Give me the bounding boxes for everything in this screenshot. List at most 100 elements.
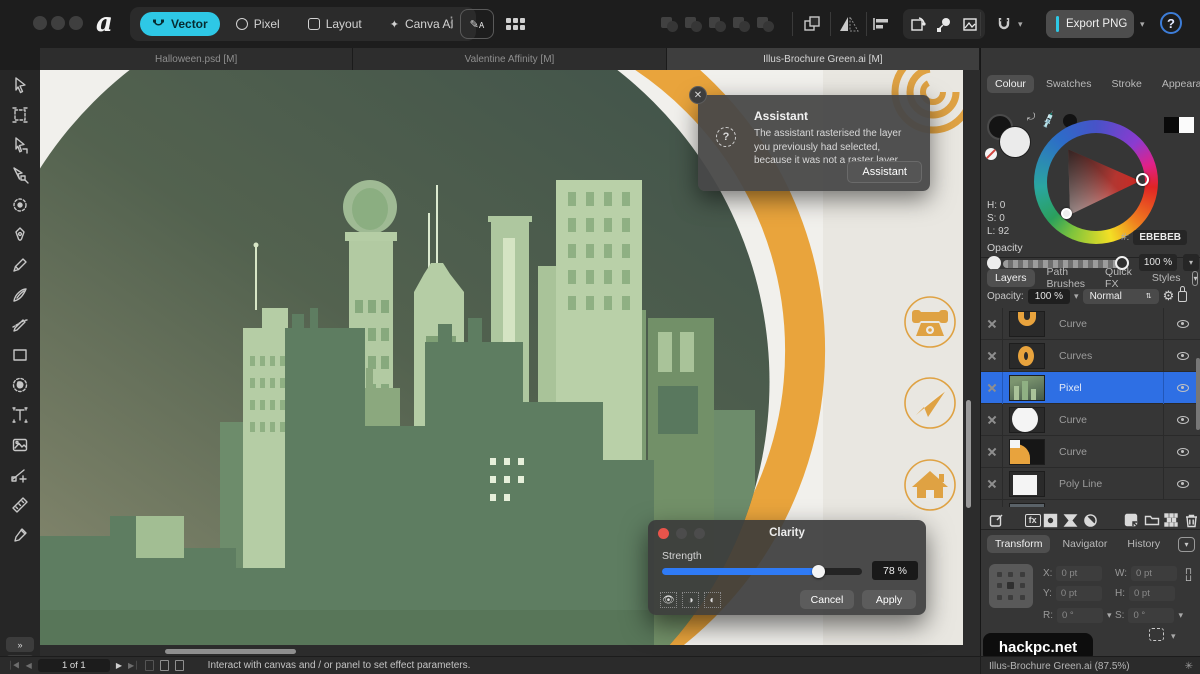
arrange-order-button[interactable]: [802, 14, 822, 34]
tab-navigator[interactable]: Navigator: [1054, 535, 1115, 553]
next-page-icon[interactable]: ▶: [116, 661, 122, 670]
fill-colour-swatch[interactable]: [999, 126, 1031, 158]
duplicate-page-icon[interactable]: [160, 660, 169, 671]
boolean-combine-button[interactable]: [755, 14, 775, 34]
studio-presets-button[interactable]: [500, 9, 530, 39]
window-zoom-button[interactable]: [69, 16, 83, 30]
tab-history[interactable]: History: [1119, 535, 1168, 553]
layer-settings-gear-icon[interactable]: ⚙: [1163, 288, 1175, 304]
paint-brush-tool[interactable]: [0, 310, 40, 340]
export-dropdown-chevron[interactable]: ▾: [1140, 19, 1145, 30]
horizontal-scrollbar[interactable]: [165, 649, 296, 654]
export-png-button[interactable]: Export PNG: [1046, 10, 1134, 38]
help-button[interactable]: ?: [1160, 12, 1182, 34]
link-dimensions-icon[interactable]: ⊓⊔: [1185, 568, 1192, 582]
rectangle-tool[interactable]: [0, 340, 40, 370]
transform-mode-icon[interactable]: [1149, 628, 1164, 641]
fx-icon[interactable]: fx: [1025, 514, 1041, 527]
vertical-scrollbar[interactable]: [966, 400, 971, 508]
cancel-button[interactable]: Cancel: [800, 590, 854, 609]
visibility-cell[interactable]: [1163, 340, 1200, 372]
edit-points-icon[interactable]: [935, 15, 953, 33]
adjustment-layer-icon[interactable]: [1060, 513, 1080, 528]
y-field[interactable]: 0 pt: [1056, 586, 1102, 601]
tab-appearance[interactable]: Appearance: [1154, 75, 1200, 93]
node-tool[interactable]: [0, 130, 40, 160]
pen-tool[interactable]: [0, 220, 40, 250]
transform-mode-chevron[interactable]: ▾: [1171, 631, 1176, 642]
canvas-viewport[interactable]: ✕ ? Assistant The assistant rasterised t…: [40, 70, 980, 656]
tab-stroke[interactable]: Stroke: [1103, 75, 1149, 93]
place-image-tool[interactable]: [0, 430, 40, 460]
anchor-point-selector[interactable]: [989, 564, 1033, 608]
persona-vector[interactable]: Vector: [140, 12, 220, 36]
layer-row-partial[interactable]: [981, 500, 1200, 507]
x-field[interactable]: 0 pt: [1056, 566, 1102, 581]
black-white-swatches[interactable]: [1164, 117, 1194, 133]
swap-fill-stroke-icon[interactable]: ⤾: [1027, 112, 1035, 123]
boolean-divide-button[interactable]: [731, 14, 751, 34]
s-field[interactable]: 0 °: [1128, 608, 1174, 623]
hue-selector[interactable]: [1136, 173, 1149, 186]
visibility-cell[interactable]: [1163, 436, 1200, 468]
artboard-tool[interactable]: [0, 100, 40, 130]
layer-row[interactable]: Curves: [981, 340, 1200, 372]
no-colour-swatch[interactable]: [985, 148, 997, 160]
colour-fill-stroke-well[interactable]: ⤾: [987, 114, 1043, 166]
boolean-intersect-button[interactable]: [707, 14, 727, 34]
strength-value-field[interactable]: 78 %: [872, 561, 918, 580]
s-chevron[interactable]: ▾: [1178, 610, 1183, 621]
tab-colour[interactable]: Colour: [987, 75, 1034, 93]
colour-picker-tool[interactable]: [0, 520, 40, 550]
page-list-icon[interactable]: [175, 660, 184, 671]
expand-tools-button[interactable]: »: [6, 637, 34, 652]
last-page-icon[interactable]: ▶⏐: [128, 661, 139, 671]
add-layer-icon[interactable]: [1122, 513, 1142, 528]
add-node-tool[interactable]: [0, 460, 40, 490]
snapping-dropdown-chevron[interactable]: ▾: [1018, 19, 1023, 30]
flip-mirror-button[interactable]: [839, 14, 859, 34]
mirror-preview-icon[interactable]: ◐: [704, 592, 721, 608]
blend-mode-select[interactable]: Normal⇅: [1083, 289, 1159, 304]
transform-objects-icon[interactable]: [909, 15, 927, 33]
split-preview-icon[interactable]: ◑: [682, 592, 699, 608]
window-close-button[interactable]: [33, 16, 47, 30]
persona-layout[interactable]: Layout: [296, 12, 374, 36]
lock-icon[interactable]: [1178, 291, 1187, 302]
visibility-cell[interactable]: [1163, 372, 1200, 404]
doc-tab-valentine[interactable]: Valentine Affinity [M]: [353, 48, 666, 70]
layer-opacity-field[interactable]: 100 %: [1028, 289, 1070, 304]
boolean-subtract-button[interactable]: [683, 14, 703, 34]
group-layers-icon[interactable]: [1142, 513, 1162, 527]
page-thumb-icon[interactable]: [145, 660, 154, 671]
text-recognition-button[interactable]: ✎ᴀ: [460, 9, 494, 39]
close-icon[interactable]: ✕: [689, 86, 707, 104]
frame-text-tool[interactable]: [0, 400, 40, 430]
layer-row[interactable]: Poly Line: [981, 468, 1200, 500]
tab-transform[interactable]: Transform: [987, 535, 1050, 553]
preview-eye-icon[interactable]: 👁: [660, 592, 677, 608]
persona-overflow-menu[interactable]: ⋮: [444, 13, 459, 31]
layer-row[interactable]: Curve: [981, 436, 1200, 468]
r-chevron[interactable]: ▾: [1107, 610, 1112, 621]
w-field[interactable]: 0 pt: [1131, 566, 1177, 581]
boolean-add-button[interactable]: [659, 14, 679, 34]
layers-scrollbar[interactable]: [1196, 358, 1200, 430]
layer-row[interactable]: Curve: [981, 308, 1200, 340]
measure-tool[interactable]: [0, 490, 40, 520]
assistant-button[interactable]: Assistant: [847, 161, 922, 183]
delete-layer-icon[interactable]: [1181, 513, 1200, 528]
layer-row[interactable]: Curve: [981, 404, 1200, 436]
crop-canvas-icon[interactable]: [961, 15, 979, 33]
panel-menu-chevron[interactable]: ▾: [1178, 537, 1195, 552]
page-indicator[interactable]: 1 of 1: [38, 659, 110, 672]
live-filter-icon[interactable]: [1080, 513, 1100, 528]
r-field[interactable]: 0 °: [1057, 608, 1103, 623]
doc-tab-illus-brochure[interactable]: Illus-Brochure Green.ai [M]: [667, 48, 980, 70]
first-page-icon[interactable]: ⏐◀: [8, 661, 20, 671]
window-minimize-button[interactable]: [51, 16, 65, 30]
apply-button[interactable]: Apply: [862, 590, 916, 609]
flood-select-tool[interactable]: [0, 370, 40, 400]
doc-tab-halloween[interactable]: Halloween.psd [M]: [40, 48, 353, 70]
visibility-cell[interactable]: [1163, 308, 1200, 340]
